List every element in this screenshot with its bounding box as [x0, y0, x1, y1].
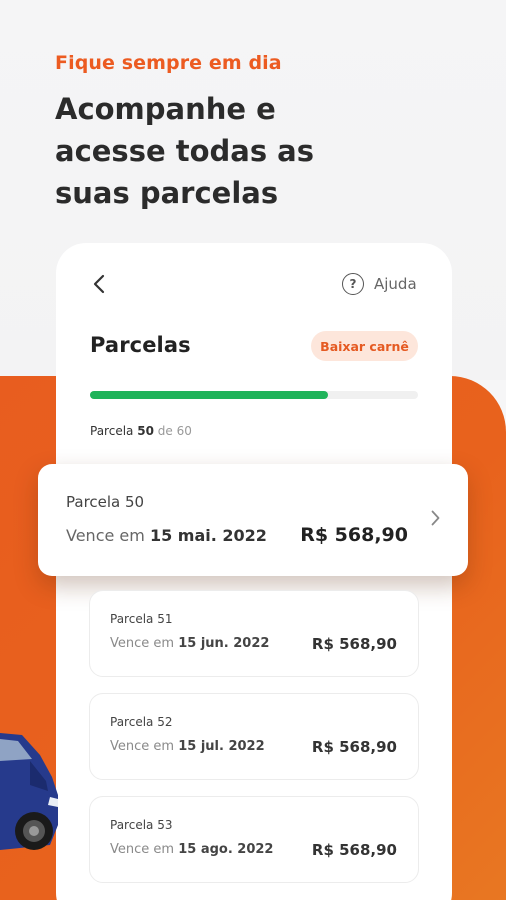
- progress-fill: [90, 391, 328, 399]
- back-button[interactable]: [88, 272, 110, 296]
- installment-due: Vence em 15 jun. 2022: [110, 636, 269, 651]
- question-circle-icon: ?: [342, 273, 364, 295]
- due-date: 15 jun. 2022: [178, 636, 270, 651]
- download-booklet-button[interactable]: Baixar carnê: [311, 331, 418, 361]
- chevron-right-icon: [428, 508, 442, 528]
- current-installment-card[interactable]: Parcela 50 Vence em 15 mai. 2022 R$ 568,…: [38, 464, 468, 576]
- installment-amount: R$ 568,90: [311, 738, 397, 756]
- installment-label: Parcela 52: [110, 715, 173, 729]
- due-prefix: Vence em: [110, 842, 175, 857]
- installment-item[interactable]: Parcela 51 Vence em 15 jun. 2022 R$ 568,…: [89, 590, 419, 677]
- installment-due: Vence em 15 jul. 2022: [110, 739, 265, 754]
- due-prefix: Vence em: [66, 526, 145, 545]
- installment-amount: R$ 568,90: [311, 841, 397, 859]
- car-illustration: [0, 733, 58, 850]
- installment-label: Parcela 51: [110, 612, 173, 626]
- page-title: Parcelas: [90, 333, 191, 357]
- installment-item[interactable]: Parcela 53 Vence em 15 ago. 2022 R$ 568,…: [89, 796, 419, 883]
- installment-label: Parcela 53: [110, 818, 173, 832]
- hero-headline: Acompanhe e acesse todas as suas parcela…: [55, 92, 315, 210]
- hero-kicker: Fique sempre em dia: [55, 52, 282, 74]
- installment-due: Vence em 15 mai. 2022: [66, 526, 267, 545]
- chevron-left-icon: [93, 274, 105, 294]
- due-prefix: Vence em: [110, 739, 175, 754]
- progress-bar: [90, 391, 418, 399]
- progress-current: 50: [137, 424, 154, 438]
- due-date: 15 jul. 2022: [178, 739, 265, 754]
- progress-total: de 60: [157, 424, 192, 438]
- installment-amount: R$ 568,90: [311, 635, 397, 653]
- installment-label: Parcela 50: [66, 493, 145, 511]
- installment-amount: R$ 568,90: [300, 524, 408, 546]
- help-button[interactable]: ? Ajuda: [342, 272, 417, 296]
- due-prefix: Vence em: [110, 636, 175, 651]
- due-date: 15 mai. 2022: [149, 526, 267, 545]
- help-label: Ajuda: [374, 275, 417, 293]
- installment-due: Vence em 15 ago. 2022: [110, 842, 273, 857]
- progress-text: Parcela 50 de 60: [90, 424, 192, 438]
- due-date: 15 ago. 2022: [178, 842, 274, 857]
- progress-prefix: Parcela: [90, 424, 134, 438]
- installment-item[interactable]: Parcela 52 Vence em 15 jul. 2022 R$ 568,…: [89, 693, 419, 780]
